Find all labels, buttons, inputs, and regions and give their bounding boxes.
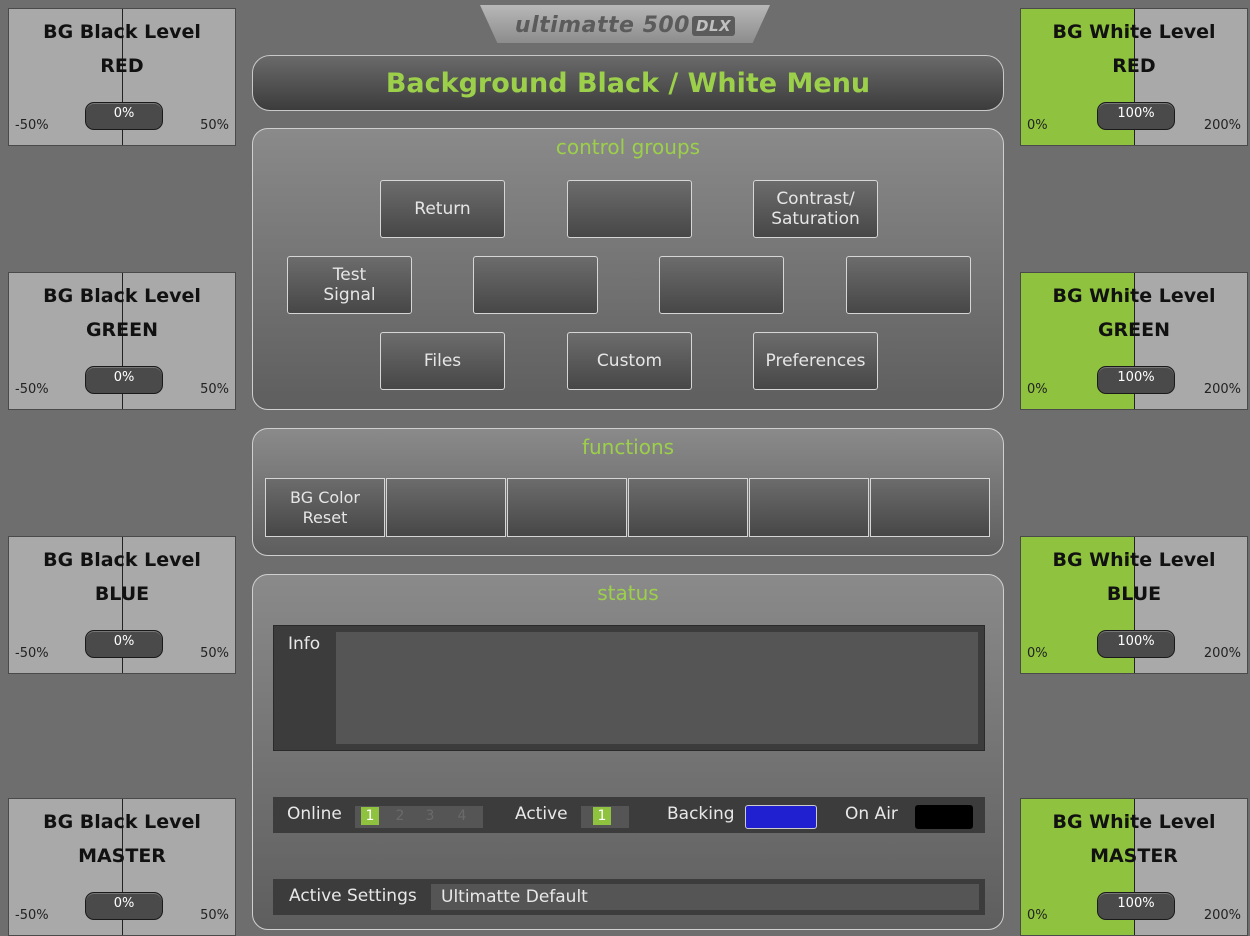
knob-value[interactable]: 100% [1097,892,1175,920]
return-button[interactable]: Return [380,180,505,238]
knob-bg-white-red[interactable]: BG White Level RED 100% 0% 200% [1020,8,1248,146]
knob-bg-white-blue[interactable]: BG White Level BLUE 100% 0% 200% [1020,536,1248,674]
knob-value[interactable]: 100% [1097,102,1175,130]
knob-title: BG White Level [1052,285,1216,307]
knob-title: BG White Level [1052,21,1216,43]
on-air-indicator [915,805,973,829]
logo-text: ultimatte 500 [514,13,690,38]
knob-min: -50% [15,382,49,397]
knob-bg-black-master[interactable]: BG Black Level MASTER 0% -50% 50% [8,798,236,936]
knob-channel: GREEN [85,319,159,341]
knob-max: 200% [1203,646,1241,661]
control-groups-panel: control groups Return Contrast/ Saturati… [252,128,1004,410]
brand-logo: ultimatte 500 DLX [492,8,758,44]
online-label: Online [287,804,342,824]
knob-channel: RED [1112,55,1156,77]
online-unit-3: 3 [425,808,435,824]
online-unit-4: 4 [457,808,467,824]
knob-min: 0% [1027,908,1048,923]
knob-max: 50% [200,118,229,133]
online-unit-1: 1 [361,807,379,825]
knob-value[interactable]: 0% [85,630,163,658]
knob-max: 50% [200,646,229,661]
function-button-empty[interactable] [870,478,990,537]
knob-max: 200% [1203,118,1241,133]
backing-label: Backing [667,804,735,824]
knob-title: BG White Level [1052,549,1216,571]
knob-max: 200% [1203,382,1241,397]
bg-color-reset-button[interactable]: BG Color Reset [265,478,385,537]
knob-bg-black-blue[interactable]: BG Black Level BLUE 0% -50% 50% [8,536,236,674]
knob-max: 50% [200,382,229,397]
custom-button[interactable]: Custom [567,332,692,390]
knob-bg-white-green[interactable]: BG White Level GREEN 100% 0% 200% [1020,272,1248,410]
status-row: Online 1 2 3 4 Active 1 Backing On Air [273,797,985,833]
knob-min: 0% [1027,118,1048,133]
knob-min: 0% [1027,382,1048,397]
knob-max: 50% [200,908,229,923]
active-settings-label: Active Settings [289,886,417,906]
knob-title: BG Black Level [43,549,201,571]
active-settings-row: Active Settings Ultimatte Default [273,879,985,915]
status-title: status [597,581,659,605]
knob-bg-white-master[interactable]: BG White Level MASTER 100% 0% 200% [1020,798,1248,936]
knob-value[interactable]: 0% [85,892,163,920]
status-panel: status Info Online 1 2 3 4 Active 1 Back… [252,574,1004,930]
info-area [336,632,978,744]
knob-min: -50% [15,118,49,133]
knob-bg-black-green[interactable]: BG Black Level GREEN 0% -50% 50% [8,272,236,410]
contrast-saturation-button[interactable]: Contrast/ Saturation [753,180,878,238]
knob-min: -50% [15,646,49,661]
empty-button[interactable] [659,256,784,314]
knob-value[interactable]: 0% [85,102,163,130]
files-button[interactable]: Files [380,332,505,390]
knob-value[interactable]: 100% [1097,366,1175,394]
function-button-empty[interactable] [749,478,869,537]
knob-channel: MASTER [1090,845,1178,867]
info-label: Info [288,634,321,654]
knob-channel: GREEN [1097,319,1171,341]
info-box: Info [273,625,985,751]
knob-title: BG White Level [1052,811,1216,833]
menu-title: Background Black / White Menu [252,55,1004,111]
logo-badge: DLX [692,16,736,36]
functions-panel: functions BG Color Reset [252,428,1004,556]
empty-button[interactable] [846,256,971,314]
control-groups-title: control groups [555,135,701,159]
functions-title: functions [581,435,675,459]
knob-value[interactable]: 100% [1097,630,1175,658]
knob-min: 0% [1027,646,1048,661]
function-button-empty[interactable] [628,478,748,537]
function-button-empty[interactable] [386,478,506,537]
knob-min: -50% [15,908,49,923]
knob-bg-black-red[interactable]: BG Black Level RED 0% -50% 50% [8,8,236,146]
knob-max: 200% [1203,908,1241,923]
knob-channel: MASTER [78,845,166,867]
function-button-empty[interactable] [507,478,627,537]
active-label: Active [515,804,568,824]
online-unit-2: 2 [395,808,405,824]
knob-channel: RED [100,55,144,77]
empty-button[interactable] [567,180,692,238]
knob-title: BG Black Level [43,21,201,43]
active-value: 1 [593,807,611,825]
empty-button[interactable] [473,256,598,314]
preferences-button[interactable]: Preferences [753,332,878,390]
active-settings-value: Ultimatte Default [431,884,979,910]
knob-value[interactable]: 0% [85,366,163,394]
knob-title: BG Black Level [43,811,201,833]
backing-color-swatch [745,805,817,829]
test-signal-button[interactable]: Test Signal [287,256,412,314]
knob-channel: BLUE [94,583,150,605]
knob-channel: BLUE [1106,583,1162,605]
on-air-label: On Air [845,804,898,824]
knob-title: BG Black Level [43,285,201,307]
